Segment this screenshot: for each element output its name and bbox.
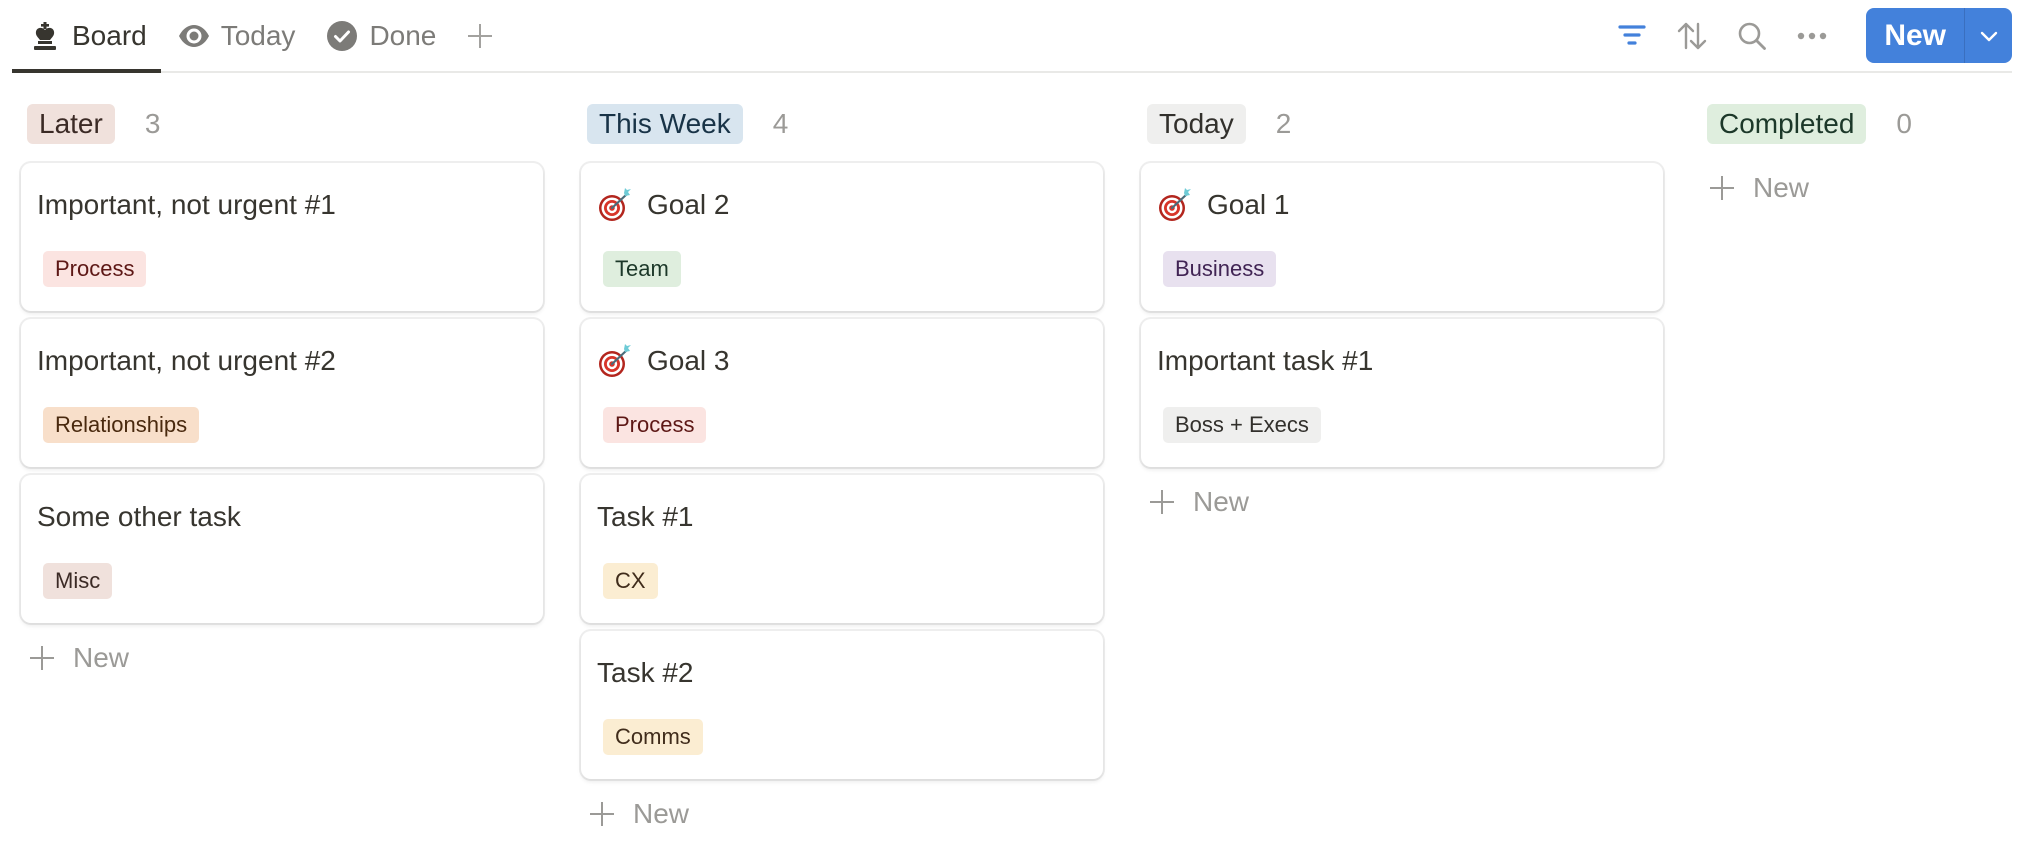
view-tabs: Board Today Done: [12, 0, 500, 73]
new-button[interactable]: New: [1866, 8, 1965, 63]
new-button-group: New: [1866, 8, 2012, 63]
tab-done[interactable]: Done: [309, 0, 450, 71]
board-column-today: Today 2 Goal 1 Business Important task #1 Bo…: [1141, 100, 1663, 839]
card-title: Goal 1: [1207, 189, 1290, 220]
column-count: 0: [1896, 108, 1912, 139]
tab-done-label: Done: [369, 19, 437, 51]
add-card-label: New: [73, 642, 130, 673]
new-options-button[interactable]: [1965, 8, 2012, 63]
column-title: Completed: [1707, 104, 1867, 144]
search-icon: [1739, 22, 1767, 50]
task-card[interactable]: Important task #1 Boss + Execs: [1141, 319, 1663, 467]
add-card-button[interactable]: New: [21, 633, 543, 683]
search-button[interactable]: [1730, 14, 1774, 58]
task-card[interactable]: Goal 3 Process: [581, 319, 1103, 467]
sort-button[interactable]: [1670, 14, 1714, 58]
card-title: Important task #1: [1157, 345, 1374, 376]
card-title-row: Goal 2: [597, 185, 730, 225]
card-title: Important, not urgent #2: [37, 345, 336, 376]
add-card-label: New: [633, 798, 690, 829]
column-count: 4: [772, 108, 789, 139]
card-tag: Business: [1163, 251, 1277, 287]
kanban-board: Later 3 Important, not urgent #1 Process Imp…: [21, 100, 2001, 839]
card-tag: Comms: [603, 719, 703, 755]
add-card-label: New: [1193, 486, 1250, 517]
toolbar-actions: New: [1594, 0, 2012, 71]
card-tag: Team: [603, 251, 681, 287]
card-title: Task #2: [597, 657, 694, 688]
column-title: This Week: [587, 104, 743, 144]
chevron-down-icon: [1980, 31, 1997, 41]
card-tag: Misc: [43, 563, 113, 599]
card-title-row: Goal 3: [597, 341, 730, 381]
card-title-row: Task #2: [597, 653, 694, 693]
tab-board-label: Board: [72, 19, 147, 51]
add-view-button[interactable]: [460, 16, 500, 56]
column-header[interactable]: Later 3: [21, 100, 543, 148]
task-card[interactable]: Important, not urgent #2 Relationships: [21, 319, 543, 467]
board-column-completed: Completed 0 New: [1701, 100, 2001, 839]
card-list: Goal 1 Business Important task #1 Boss + Ex…: [1141, 163, 1663, 467]
card-title-row: Some other task: [37, 497, 241, 537]
task-card[interactable]: Task #2 Comms: [581, 631, 1103, 779]
column-title: Later: [27, 104, 115, 144]
tab-board[interactable]: Board: [12, 0, 161, 73]
chess-king-icon: [28, 19, 62, 53]
card-title: Important, not urgent #1: [37, 189, 336, 220]
view-tab-bar: Board Today Done New: [12, 0, 2012, 73]
new-button-label: New: [1884, 18, 1946, 52]
task-card[interactable]: Task #1 CX: [581, 475, 1103, 623]
check-circle-icon: [325, 19, 359, 53]
add-card-button[interactable]: New: [1141, 477, 1663, 527]
card-title-row: Important task #1: [1157, 341, 1373, 381]
card-list: Important, not urgent #1 Process Important…: [21, 163, 543, 623]
column-title: Today: [1147, 104, 1246, 144]
add-card-button[interactable]: New: [581, 789, 1103, 839]
card-title-row: Important, not urgent #1: [37, 185, 336, 225]
sort-icon: [1678, 22, 1707, 49]
task-card[interactable]: Some other task Misc: [21, 475, 543, 623]
card-title: Goal 3: [647, 345, 730, 376]
target-icon: [599, 344, 631, 377]
plus-icon: [468, 23, 493, 48]
more-icon: [1798, 32, 1827, 39]
card-title: Goal 2: [647, 189, 730, 220]
card-title: Some other task: [37, 501, 241, 532]
task-card[interactable]: Important, not urgent #1 Process: [21, 163, 543, 311]
card-tag: Process: [603, 407, 707, 443]
add-card-label: New: [1753, 172, 1810, 203]
eye-icon: [177, 19, 211, 53]
card-tag: Boss + Execs: [1163, 407, 1321, 443]
tab-today[interactable]: Today: [161, 0, 310, 71]
card-tag: Process: [43, 251, 147, 287]
column-count: 3: [144, 108, 161, 139]
target-icon: [599, 188, 631, 221]
plus-icon: [1710, 176, 1734, 200]
card-title-row: Goal 1: [1157, 185, 1290, 225]
add-card-button[interactable]: New: [1701, 163, 2001, 213]
plus-icon: [590, 802, 614, 826]
card-list: Goal 2 Team Goal 3 Process Task #1 CX Task #2…: [581, 163, 1103, 779]
card-title: Task #1: [597, 501, 694, 532]
plus-icon: [1150, 490, 1174, 514]
more-button[interactable]: [1790, 14, 1834, 58]
card-tag: Relationships: [43, 407, 200, 443]
filter-button[interactable]: [1610, 14, 1654, 58]
card-title-row: Task #1: [597, 497, 694, 537]
card-tag: CX: [603, 563, 658, 599]
target-icon: [1159, 188, 1191, 221]
task-card[interactable]: Goal 1 Business: [1141, 163, 1663, 311]
plus-icon: [30, 646, 54, 670]
column-header[interactable]: Completed 0: [1701, 100, 2001, 148]
column-count: 2: [1275, 108, 1292, 139]
task-card[interactable]: Goal 2 Team: [581, 163, 1103, 311]
column-header[interactable]: This Week 4: [581, 100, 1103, 148]
card-title-row: Important, not urgent #2: [37, 341, 336, 381]
tab-today-label: Today: [220, 19, 296, 51]
column-header[interactable]: Today 2: [1141, 100, 1663, 148]
filter-icon: [1618, 24, 1646, 45]
board-column-this-week: This Week 4 Goal 2 Team Goal 3 Process Task …: [581, 100, 1103, 839]
board-column-later: Later 3 Important, not urgent #1 Process Imp…: [21, 100, 543, 839]
